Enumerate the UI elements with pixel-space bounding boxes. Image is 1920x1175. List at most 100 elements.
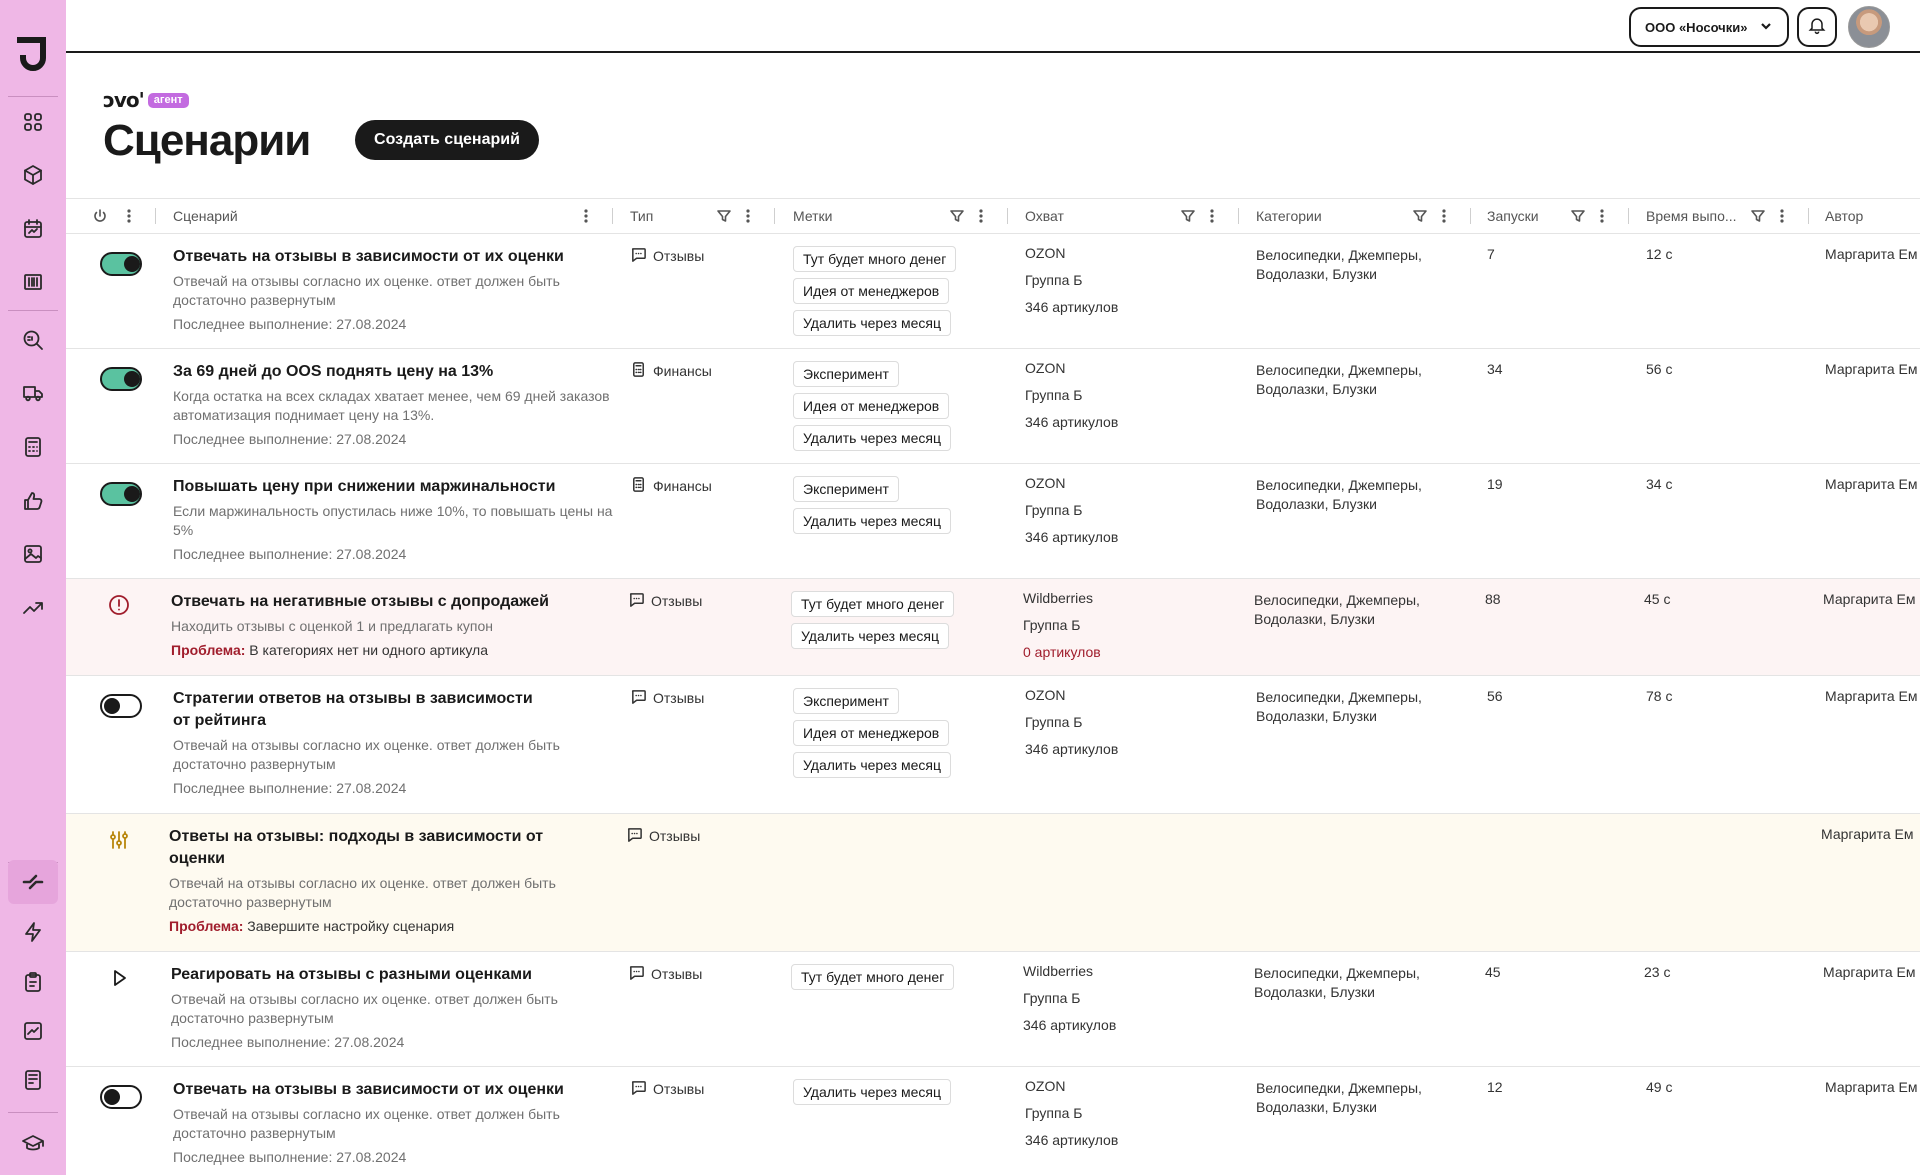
box-icon[interactable]: [19, 161, 47, 189]
tag[interactable]: Удалить через месяц: [793, 508, 952, 534]
platform: Wildberries: [1023, 963, 1094, 979]
tag[interactable]: Тут будет много денег: [791, 591, 955, 617]
more-vertical-icon[interactable]: [1204, 208, 1220, 224]
graduation-cap-icon[interactable]: [19, 1129, 47, 1157]
calendar-icon[interactable]: [19, 215, 47, 243]
filter-icon[interactable]: [716, 208, 732, 224]
settings-sliders-icon[interactable]: [107, 828, 131, 852]
chart-icon[interactable]: [19, 1017, 47, 1045]
notifications-button[interactable]: [1797, 7, 1837, 47]
table-row[interactable]: За 69 дней до OOS поднять цену на 13% Ко…: [66, 349, 1920, 464]
table-row[interactable]: Ответы на отзывы: подходы в зависимости …: [66, 814, 1920, 952]
table-row[interactable]: Повышать цену при снижении маржинальност…: [66, 464, 1920, 579]
trending-up-icon[interactable]: [19, 594, 47, 622]
truck-icon[interactable]: [19, 379, 47, 407]
scenario-title[interactable]: Отвечать на отзывы в зависимости от их о…: [173, 1079, 573, 1101]
tag[interactable]: Эксперимент: [793, 476, 899, 502]
filter-icon[interactable]: [1570, 208, 1586, 224]
column-coverage[interactable]: Охват: [1025, 199, 1064, 233]
organization-select[interactable]: ООО «Носочки»: [1629, 7, 1789, 47]
document-icon[interactable]: [19, 1066, 47, 1094]
create-scenario-button[interactable]: Создать сценарий: [355, 120, 539, 160]
tag[interactable]: Тут будет много денег: [791, 964, 955, 990]
scenario-toggle[interactable]: [100, 367, 142, 391]
table-row[interactable]: Стратегии ответов на отзывы в зависимост…: [66, 676, 1920, 814]
last-run: Последнее выполнение: 27.08.2024: [173, 1149, 407, 1165]
tag[interactable]: Удалить через месяц: [793, 310, 952, 336]
more-vertical-icon[interactable]: [740, 208, 756, 224]
column-categories[interactable]: Категории: [1256, 199, 1322, 233]
scenario-description: Отвечай на отзывы согласно их оценке. от…: [173, 1106, 560, 1141]
scenario-toggle[interactable]: [100, 694, 142, 718]
dashboard-icon[interactable]: [19, 108, 47, 136]
image-icon[interactable]: [19, 540, 47, 568]
scenario-title[interactable]: Ответы на отзывы: подходы в зависимости …: [169, 826, 549, 870]
seo-icon[interactable]: [19, 326, 47, 354]
avatar[interactable]: [1848, 6, 1890, 48]
group: Группа Б: [1025, 272, 1083, 288]
tag[interactable]: Идея от менеджеров: [793, 720, 950, 746]
tag[interactable]: Удалить через месяц: [793, 752, 952, 778]
app-logo[interactable]: [16, 36, 49, 72]
scenario-type: Финансы: [630, 361, 712, 381]
tag[interactable]: Удалить через месяц: [793, 425, 952, 451]
table-row[interactable]: Реагировать на отзывы с разными оценками…: [66, 952, 1920, 1067]
type-label: Отзывы: [653, 1081, 705, 1097]
more-vertical-icon[interactable]: [1436, 208, 1452, 224]
column-runs[interactable]: Запуски: [1487, 199, 1539, 233]
author: Маргарита Ем: [1825, 688, 1918, 704]
scenario-toggle[interactable]: [100, 1085, 142, 1109]
automation-icon[interactable]: [8, 860, 58, 904]
tag[interactable]: Идея от менеджеров: [793, 278, 950, 304]
scenario-title[interactable]: Повышать цену при снижении маржинальност…: [173, 476, 573, 498]
filter-icon[interactable]: [1412, 208, 1428, 224]
table-row[interactable]: Отвечать на негативные отзывы с допродаж…: [66, 579, 1920, 676]
scenario-description: Когда остатка на всех складах хватает ме…: [173, 388, 610, 423]
scenario-type: Отзывы: [628, 591, 702, 611]
more-vertical-icon[interactable]: [578, 208, 594, 224]
more-vertical-icon[interactable]: [1594, 208, 1610, 224]
filter-icon[interactable]: [949, 208, 965, 224]
column-duration[interactable]: Время выпо...: [1646, 199, 1737, 233]
more-vertical-icon[interactable]: [1774, 208, 1790, 224]
chevron-down-icon: [1759, 19, 1773, 36]
table-row[interactable]: Отвечать на отзывы в зависимости от их о…: [66, 234, 1920, 349]
column-type[interactable]: Тип: [630, 199, 653, 233]
scenario-title[interactable]: Стратегии ответов на отзывы в зависимост…: [173, 688, 553, 732]
tag[interactable]: Эксперимент: [793, 361, 899, 387]
scenario-toggle[interactable]: [100, 482, 142, 506]
tag[interactable]: Удалить через месяц: [793, 1079, 952, 1105]
scenario-title[interactable]: Реагировать на отзывы с разными оценками: [171, 964, 571, 986]
power-icon[interactable]: [92, 208, 108, 224]
categories: Велосипедки, Джемперы, Водолазки, Блузки: [1256, 247, 1422, 282]
thumbs-up-icon[interactable]: [19, 487, 47, 515]
column-tags[interactable]: Метки: [793, 199, 833, 233]
toggle-knob: [104, 698, 120, 714]
tag[interactable]: Удалить через месяц: [791, 623, 950, 649]
brand-badge: агент: [147, 92, 189, 108]
scenario-title[interactable]: За 69 дней до OOS поднять цену на 13%: [173, 361, 573, 383]
column-author[interactable]: Автор: [1825, 199, 1863, 233]
last-run: Последнее выполнение: 27.08.2024: [173, 431, 407, 447]
filter-icon[interactable]: [1180, 208, 1196, 224]
table-row[interactable]: Отвечать на отзывы в зависимости от их о…: [66, 1067, 1920, 1175]
calculator-icon[interactable]: [19, 433, 47, 461]
more-vertical-icon[interactable]: [973, 208, 989, 224]
group: Группа Б: [1025, 387, 1083, 403]
filter-icon[interactable]: [1750, 208, 1766, 224]
tag[interactable]: Эксперимент: [793, 688, 899, 714]
alert-circle-icon[interactable]: [107, 593, 131, 617]
more-vertical-icon[interactable]: [121, 208, 137, 224]
barcode-icon[interactable]: [19, 268, 47, 296]
clipboard-icon[interactable]: [19, 968, 47, 996]
play-icon[interactable]: [107, 966, 131, 990]
lightning-icon[interactable]: [19, 918, 47, 946]
tag[interactable]: Тут будет много денег: [793, 246, 957, 272]
scenario-toggle[interactable]: [100, 252, 142, 276]
scenario-title[interactable]: Отвечать на негативные отзывы с допродаж…: [171, 591, 571, 613]
tag[interactable]: Идея от менеджеров: [793, 393, 950, 419]
categories: Велосипедки, Джемперы, Водолазки, Блузки: [1254, 592, 1420, 627]
type-label: Финансы: [653, 478, 712, 494]
scenario-title[interactable]: Отвечать на отзывы в зависимости от их о…: [173, 246, 573, 268]
column-scenario[interactable]: Сценарий: [173, 199, 238, 233]
